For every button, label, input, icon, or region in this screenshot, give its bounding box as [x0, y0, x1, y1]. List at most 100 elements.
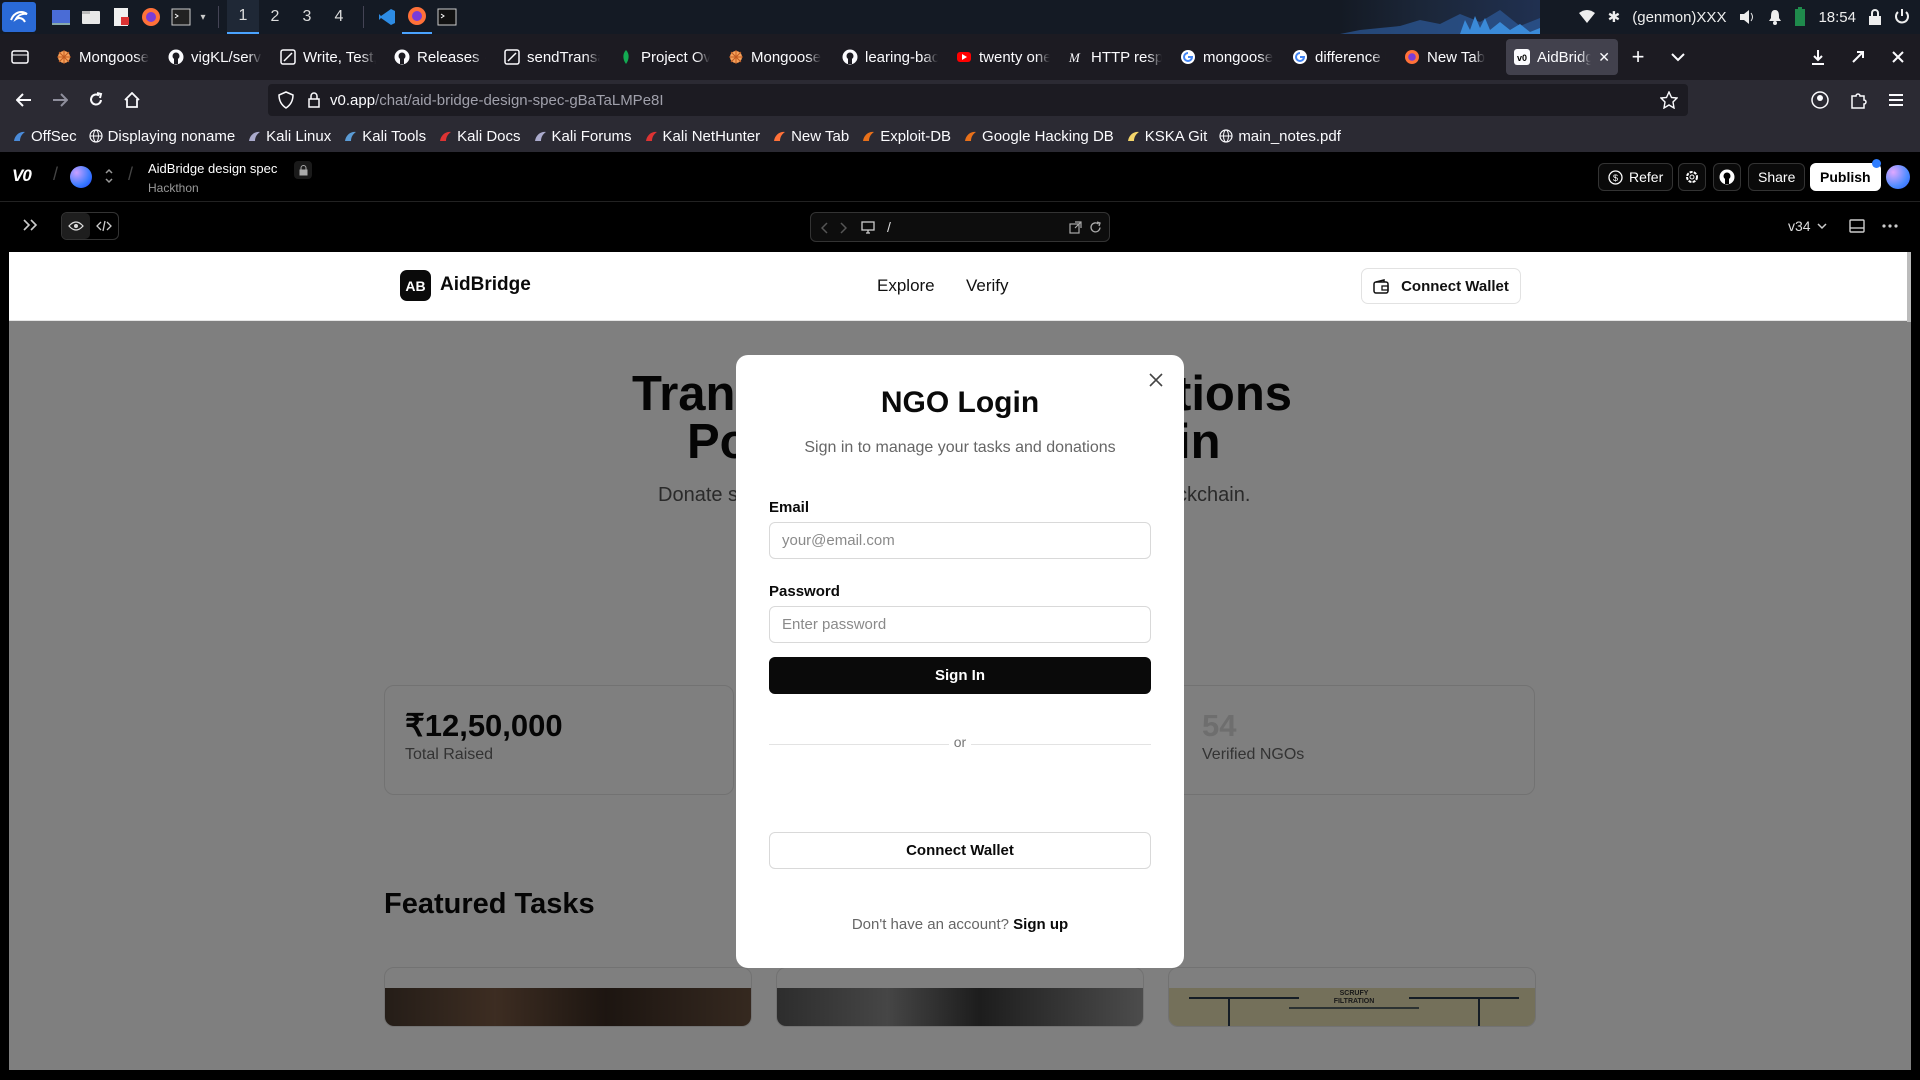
tab-item[interactable]: Mongoose	[48, 39, 158, 75]
text-editor-icon[interactable]	[106, 0, 136, 34]
v0-logo[interactable]: V0	[12, 166, 32, 186]
tab-item[interactable]: M HTTP respo	[1060, 39, 1170, 75]
password-field[interactable]: Enter password	[769, 606, 1151, 643]
tab-item[interactable]: vigKL/serve	[160, 39, 270, 75]
home-icon[interactable]	[114, 84, 150, 116]
vscode-icon[interactable]	[372, 0, 402, 34]
bookmark-item[interactable]: Exploit-DB	[861, 128, 951, 145]
wifi-icon[interactable]	[1578, 9, 1596, 25]
clock[interactable]: 18:54	[1818, 9, 1856, 26]
bookmark-item[interactable]: New Tab	[772, 128, 849, 145]
panel-layout-icon[interactable]	[1849, 219, 1865, 233]
preview-eye-icon[interactable]	[62, 213, 90, 239]
chevron-down-icon[interactable]: ▾	[196, 0, 210, 34]
offsec-icon	[12, 129, 26, 143]
tab-item[interactable]: twenty one	[948, 39, 1058, 75]
hamburger-menu-icon[interactable]	[1878, 84, 1914, 116]
terminal-window-icon[interactable]	[432, 0, 462, 34]
tracking-shield-icon[interactable]	[278, 91, 294, 109]
close-tab-icon[interactable]: ✕	[1598, 49, 1610, 66]
github-button[interactable]	[1713, 163, 1741, 191]
workspace-4[interactable]: 4	[323, 0, 355, 34]
tab-item[interactable]: learing-bac	[834, 39, 946, 75]
volume-icon[interactable]	[1738, 9, 1756, 25]
workspace-3[interactable]: 3	[291, 0, 323, 34]
bookmark-item[interactable]: Kali NetHunter	[644, 128, 760, 145]
power-icon[interactable]	[1894, 9, 1910, 25]
user-avatar[interactable]	[1886, 165, 1910, 189]
tab-item[interactable]: Write, Test,	[272, 39, 384, 75]
desktop-icon[interactable]	[46, 0, 76, 34]
back-arrow-icon[interactable]	[6, 84, 42, 116]
url-bar[interactable]: v0.app/chat/aid-bridge-design-spec-gBaTa…	[268, 84, 1688, 116]
preview-back-icon[interactable]	[821, 222, 829, 234]
tab-item[interactable]: difference b	[1284, 39, 1394, 75]
bookmark-item[interactable]: Google Hacking DB	[963, 128, 1114, 145]
bookmark-item[interactable]: Displaying noname	[88, 128, 235, 145]
refer-button[interactable]: $ Refer	[1598, 163, 1674, 191]
preview-forward-icon[interactable]	[839, 222, 847, 234]
tab-item[interactable]: sendTransa	[496, 39, 608, 75]
v0-header: V0 / / AidBridge design spec Hackthon $ …	[0, 152, 1920, 202]
tab-item[interactable]: Project Ove	[610, 39, 718, 75]
bookmark-item[interactable]: Kali Forums	[533, 128, 632, 145]
bookmark-item[interactable]: Kali Linux	[247, 128, 331, 145]
email-field[interactable]: your@email.com	[769, 522, 1151, 559]
preview-scrollbar[interactable]	[1907, 252, 1911, 322]
sign-in-button[interactable]: Sign In	[769, 657, 1151, 694]
bookmark-label: New Tab	[791, 127, 850, 145]
extensions-icon[interactable]	[1840, 84, 1876, 116]
lock-screen-icon[interactable]	[1868, 9, 1882, 25]
file-manager-icon[interactable]	[76, 0, 106, 34]
bookmark-star-icon[interactable]	[1660, 91, 1678, 109]
reload-icon[interactable]	[78, 84, 114, 116]
settings-button[interactable]	[1678, 163, 1706, 191]
lock-icon[interactable]	[308, 92, 320, 108]
expand-sidebar-icon[interactable]	[22, 218, 38, 232]
close-window-icon[interactable]	[1880, 41, 1916, 73]
bookmark-item[interactable]: OffSec	[12, 128, 77, 145]
new-tab-button[interactable]: +	[1620, 41, 1656, 73]
tab-active[interactable]: v0 AidBridge ✕	[1506, 39, 1618, 75]
publish-button[interactable]: Publish	[1810, 163, 1881, 191]
tab-item[interactable]: Mongoose	[720, 39, 832, 75]
workspace-2[interactable]: 2	[259, 0, 291, 34]
share-button[interactable]: Share	[1748, 163, 1806, 191]
preview-refresh-icon[interactable]	[1089, 221, 1102, 234]
notification-bell-icon[interactable]	[1768, 9, 1782, 25]
open-new-window-icon[interactable]	[1069, 221, 1082, 234]
firefox-window-icon[interactable]	[402, 0, 432, 34]
project-title[interactable]: AidBridge design spec	[148, 161, 277, 176]
preview-address-bar[interactable]: /	[810, 212, 1110, 242]
forward-arrow-icon[interactable]	[42, 84, 78, 116]
version-selector[interactable]: v34	[1788, 218, 1827, 234]
account-icon[interactable]	[1802, 84, 1838, 116]
chevron-updown-icon[interactable]	[104, 167, 114, 185]
tab-item[interactable]: Releases · s	[386, 39, 494, 75]
terminal-icon[interactable]	[166, 0, 196, 34]
bookmark-item[interactable]: KSKA Git	[1126, 128, 1207, 145]
bookmark-item[interactable]: Kali Tools	[343, 128, 426, 145]
bookmark-label: Kali Tools	[362, 127, 427, 145]
preview-route: /	[887, 219, 891, 235]
modal-connect-wallet-button[interactable]: Connect Wallet	[769, 832, 1151, 869]
chevron-down-icon[interactable]	[1660, 41, 1696, 73]
minimize-icon[interactable]	[1840, 41, 1876, 73]
signup-link[interactable]: Sign up	[1013, 916, 1068, 933]
desktop-device-icon[interactable]	[861, 221, 875, 234]
more-options-icon[interactable]	[1882, 224, 1898, 228]
tab-list-icon[interactable]	[2, 41, 38, 73]
code-view-icon[interactable]	[90, 213, 118, 239]
navigation-bar: v0.app/chat/aid-bridge-design-spec-gBaTa…	[0, 80, 1920, 120]
kali-menu-icon[interactable]	[2, 2, 36, 32]
tab-item[interactable]: New Tab	[1396, 39, 1504, 75]
tab-item[interactable]: mongoose	[1172, 39, 1282, 75]
bluetooth-icon[interactable]: ✱	[1608, 8, 1621, 26]
bookmark-item[interactable]: main_notes.pdf	[1219, 128, 1341, 145]
bookmark-item[interactable]: Kali Docs	[438, 128, 521, 145]
download-icon[interactable]	[1800, 41, 1836, 73]
workspace-1[interactable]: 1	[227, 0, 259, 34]
chevron-down-icon	[1817, 222, 1827, 230]
firefox-icon[interactable]	[136, 0, 166, 34]
team-avatar[interactable]	[70, 166, 92, 188]
